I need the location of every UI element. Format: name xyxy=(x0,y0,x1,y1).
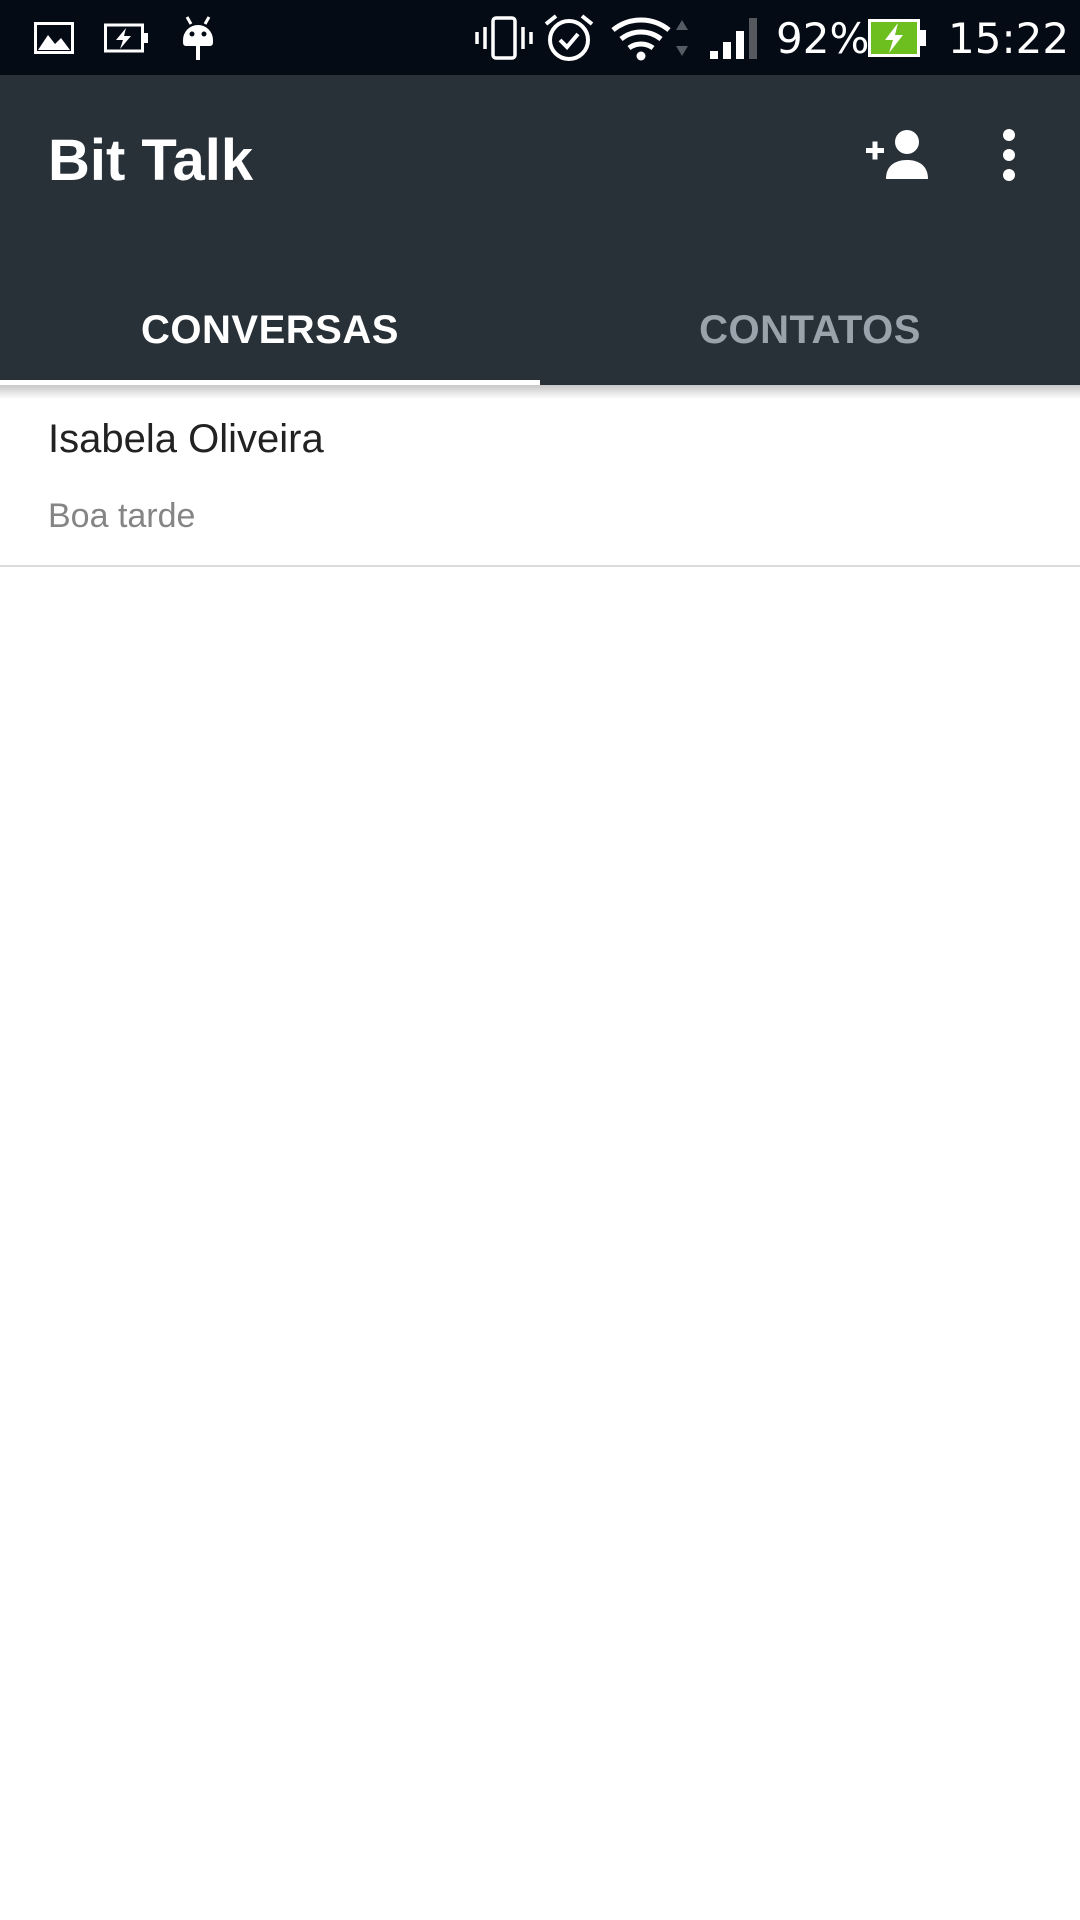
conversation-contact-name: Isabela Oliveira xyxy=(48,417,324,461)
conversation-last-message: Boa tarde xyxy=(48,497,196,535)
battery-charging-notification-icon xyxy=(104,0,150,75)
conversation-list: Isabela Oliveira Boa tarde xyxy=(0,385,1080,567)
add-contact-icon xyxy=(866,130,928,179)
more-options-icon xyxy=(1003,129,1015,181)
app-title: Bit Talk xyxy=(48,128,254,193)
tab-contatos[interactable]: CONTATOS xyxy=(540,275,1080,385)
wifi-icon xyxy=(609,0,689,75)
battery-charging-icon xyxy=(866,0,928,75)
image-notification-icon xyxy=(34,0,74,75)
status-time: 15:22 xyxy=(948,14,1070,63)
tab-conversas[interactable]: CONVERSAS xyxy=(0,275,540,385)
cellular-signal-icon xyxy=(708,0,764,75)
tab-contatos-label: CONTATOS xyxy=(699,307,921,352)
alarm-icon xyxy=(543,0,595,75)
app-bar-shadow xyxy=(0,385,1080,399)
conversation-item[interactable]: Isabela Oliveira Boa tarde xyxy=(0,385,1080,567)
add-contact-button[interactable] xyxy=(862,120,938,190)
android-debug-icon xyxy=(178,0,218,75)
tab-conversas-label: CONVERSAS xyxy=(141,307,399,352)
status-bar: 92% 15:22 xyxy=(0,0,1080,75)
more-options-button[interactable] xyxy=(984,120,1034,190)
vibrate-icon xyxy=(474,0,534,75)
app-bar: Bit Talk CONVERSAS CONTATOS xyxy=(0,75,1080,386)
battery-percent: 92% xyxy=(776,14,870,63)
